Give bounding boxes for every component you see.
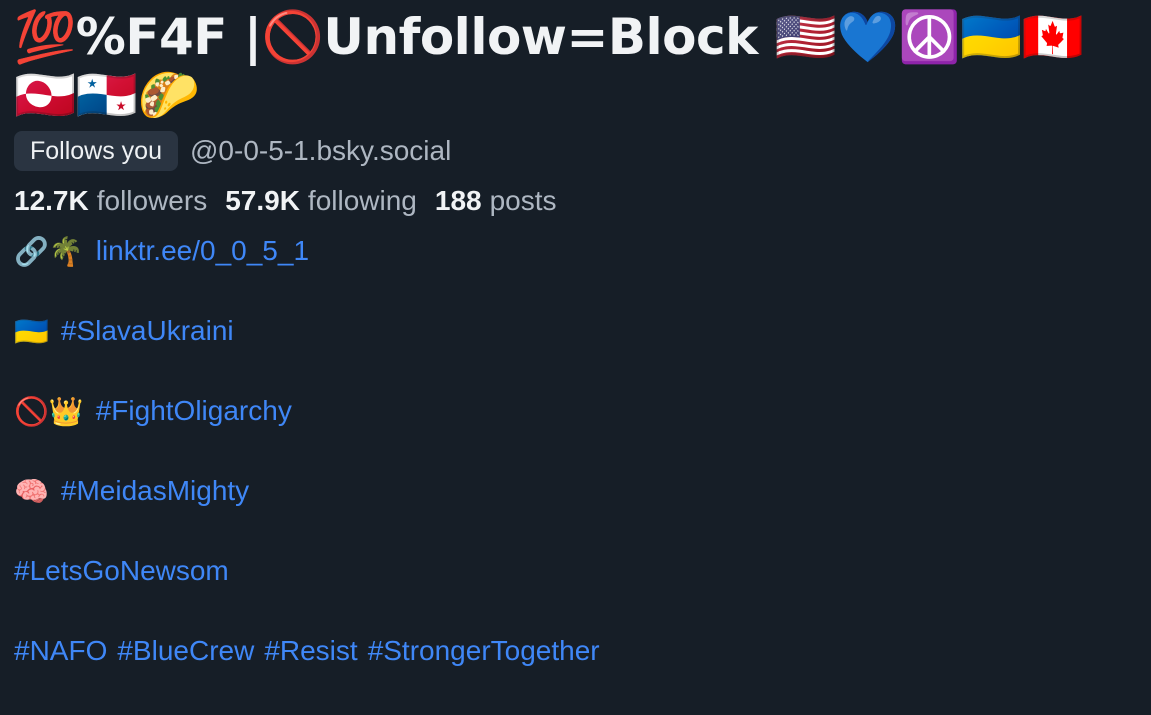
- hashtag-lets-go-newsom[interactable]: #LetsGoNewsom: [14, 555, 229, 587]
- hashtag-stronger-together[interactable]: #StrongerTogether: [368, 635, 600, 667]
- no-crown-emoji-icon: 🚫👑: [14, 395, 84, 428]
- followers-count: 12.7K: [14, 185, 89, 216]
- linktree-link[interactable]: linktr.ee/0_0_5_1: [96, 235, 309, 267]
- hashtag-resist[interactable]: #Resist: [264, 635, 357, 667]
- followers-link[interactable]: 12.7K followers: [14, 185, 207, 217]
- display-name: 💯%F4F |🚫Unfollow=Block 🇺🇸💙☮️🇺🇦🇨🇦🇬🇱🇵🇦🌮: [14, 8, 1084, 124]
- hashtag-nafo[interactable]: #NAFO: [14, 635, 107, 667]
- hashtag-slava-ukraini[interactable]: #SlavaUkraini: [61, 315, 234, 347]
- profile-header: 💯%F4F |🚫Unfollow=Block 🇺🇸💙☮️🇺🇦🇨🇦🇬🇱🇵🇦🌮 Fo…: [0, 0, 1151, 701]
- bio-line: #LetsGoNewsom: [14, 555, 1137, 635]
- posts-stat: 188 posts: [435, 185, 557, 217]
- bio-line: 🔗🌴 linktr.ee/0_0_5_1: [14, 235, 1137, 315]
- following-count: 57.9K: [225, 185, 300, 216]
- brain-emoji-icon: 🧠: [14, 475, 49, 508]
- bio-line: 🧠 #MeidasMighty: [14, 475, 1137, 555]
- profile-handle: @0-0-5-1.bsky.social: [190, 135, 452, 166]
- bio-line: 🚫👑 #FightOligarchy: [14, 395, 1137, 475]
- posts-label: posts: [489, 185, 557, 216]
- hashtag-meidas-mighty[interactable]: #MeidasMighty: [61, 475, 249, 507]
- hashtag-fight-oligarchy[interactable]: #FightOligarchy: [96, 395, 292, 427]
- profile-stats: 12.7K followers 57.9K following 188 posts: [14, 185, 1137, 217]
- ukraine-flag-icon: 🇺🇦: [14, 315, 49, 348]
- profile-bio: 🔗🌴 linktr.ee/0_0_5_1 🇺🇦 #SlavaUkraini 🚫👑…: [14, 235, 1137, 715]
- follows-you-badge: Follows you: [14, 131, 178, 171]
- bio-line: 🇺🇦 #SlavaUkraini: [14, 315, 1137, 395]
- followers-label: followers: [96, 185, 208, 216]
- following-link[interactable]: 57.9K following: [225, 185, 417, 217]
- bio-line: #NAFO #BlueCrew #Resist #StrongerTogethe…: [14, 635, 1137, 715]
- link-palm-emoji-icon: 🔗🌴: [14, 235, 84, 268]
- profile-meta-row: Follows you @0-0-5-1.bsky.social: [14, 131, 1137, 171]
- following-label: following: [307, 185, 417, 216]
- posts-count: 188: [434, 185, 482, 216]
- hashtag-blue-crew[interactable]: #BlueCrew: [117, 635, 254, 667]
